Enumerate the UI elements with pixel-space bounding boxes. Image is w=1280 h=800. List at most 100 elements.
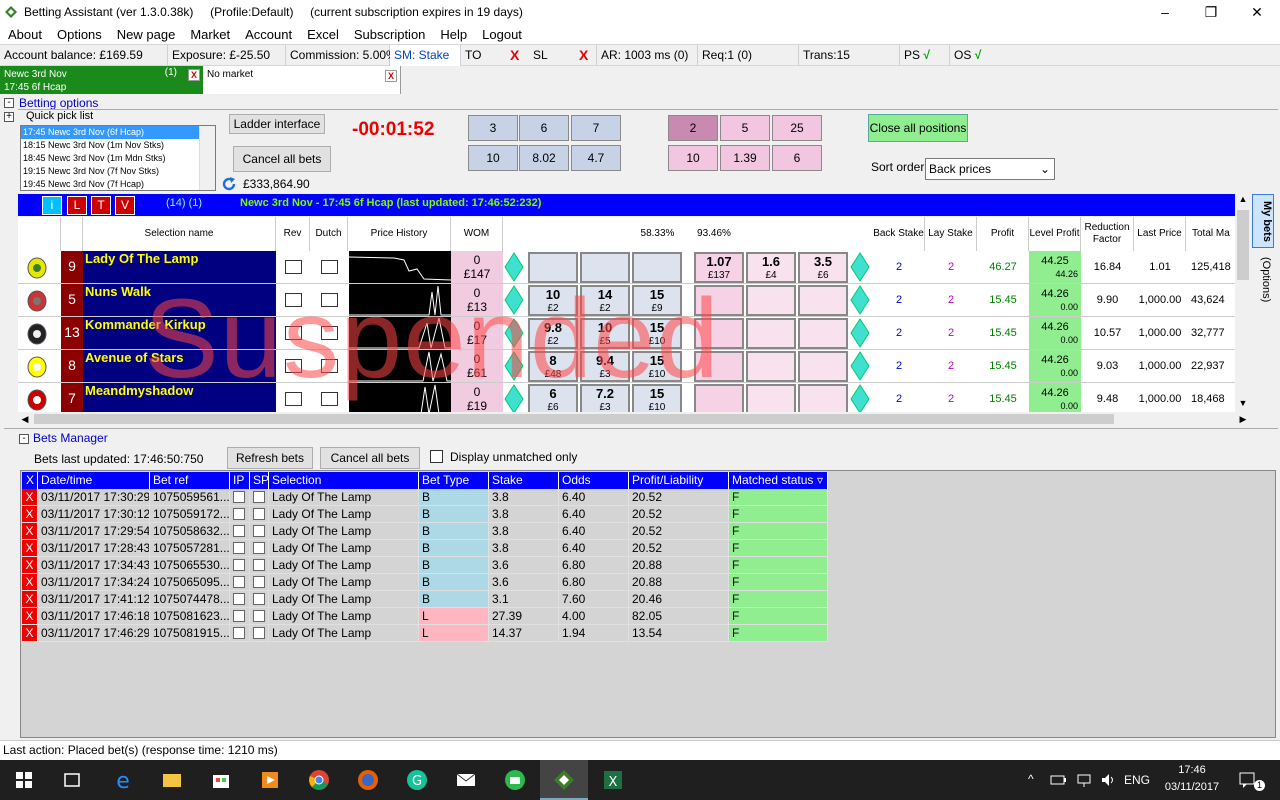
col-header-lay-stake[interactable]: Lay Stake	[925, 217, 977, 251]
back-stake-value[interactable]: 2	[873, 251, 925, 283]
ip-checkbox[interactable]	[233, 525, 245, 537]
back-stake-value[interactable]: 2	[873, 284, 925, 316]
scroll-left-icon[interactable]: ◀	[18, 412, 32, 426]
bets-col-matched-status[interactable]: Matched status ▿	[729, 472, 828, 489]
app-icon[interactable]	[500, 765, 530, 795]
sp-checkbox[interactable]	[253, 542, 265, 554]
lay-price-cell[interactable]	[746, 318, 796, 349]
stop-loss-toggle[interactable]: SL X	[529, 45, 597, 66]
dutch-checkbox[interactable]	[321, 392, 338, 406]
table-row[interactable]: X 03/11/2017 17:46:18 1075081623... Lady Of…	[22, 608, 828, 625]
options-tab[interactable]: (Options)	[1254, 250, 1272, 310]
bets-col-odds[interactable]: Odds	[559, 472, 629, 489]
lay-price-cell[interactable]	[798, 318, 848, 349]
tray-caret-icon[interactable]: ^	[1028, 772, 1034, 786]
back-price-cell[interactable]: 14 £2	[580, 285, 630, 316]
back-stake-button[interactable]: 10	[468, 145, 518, 171]
back-all-diamond-icon[interactable]	[504, 285, 524, 315]
media-player-icon[interactable]	[255, 765, 285, 795]
lay-all-diamond-icon[interactable]	[850, 384, 870, 412]
mail-icon[interactable]	[451, 765, 481, 795]
lay-price-cell[interactable]: 3.5 £6	[798, 252, 848, 283]
menu-market[interactable]: Market	[182, 27, 237, 42]
sp-checkbox[interactable]	[253, 576, 265, 588]
sp-checkbox[interactable]	[253, 593, 265, 605]
my-bets-tab[interactable]: My bets	[1252, 194, 1274, 248]
bets-col-selection[interactable]: Selection	[269, 472, 419, 489]
close-button[interactable]: ✕	[1234, 4, 1280, 21]
lay-stake-button[interactable]: 2	[668, 115, 718, 141]
lay-stake-value[interactable]: 2	[925, 284, 977, 316]
market-tab-newc[interactable]: Newc 3rd Nov 17:45 6f Hcap (1) X	[0, 66, 203, 94]
col-header-wom[interactable]: WOM	[451, 217, 503, 251]
lay-price-cell[interactable]: 1.6 £4	[746, 252, 796, 283]
unmatched-only-checkbox[interactable]	[430, 450, 443, 463]
lay-price-cell[interactable]	[694, 384, 744, 412]
lay-all-diamond-icon[interactable]	[850, 351, 870, 381]
col-header-back-stake[interactable]: Back Stake	[873, 217, 925, 251]
ip-checkbox[interactable]	[233, 610, 245, 622]
minimize-button[interactable]: –	[1142, 4, 1188, 21]
sp-checkbox[interactable]	[253, 559, 265, 571]
grid-horizontal-scrollbar[interactable]: ◀ ▶	[18, 412, 1250, 426]
cancel-bet-icon[interactable]: X	[22, 489, 38, 506]
lay-price-cell[interactable]	[694, 351, 744, 382]
t-button[interactable]: T	[91, 196, 111, 215]
col-header-selection[interactable]: Selection name	[83, 217, 276, 251]
refresh-icon[interactable]	[221, 176, 237, 192]
selection-name[interactable]: Meandmyshadow	[83, 383, 276, 412]
lay-price-cell[interactable]	[746, 351, 796, 382]
table-row[interactable]: X 03/11/2017 17:28:43 1075057281... Lady Of…	[22, 540, 828, 557]
dutch-checkbox[interactable]	[321, 326, 338, 340]
expand-icon[interactable]: +	[4, 112, 14, 122]
sp-checkbox[interactable]	[253, 508, 265, 520]
stake-mode[interactable]: SM: Stake	[390, 45, 461, 66]
battery-icon[interactable]	[1050, 773, 1066, 787]
lay-price-cell[interactable]	[798, 351, 848, 382]
lay-stake-button[interactable]: 1.39	[720, 145, 770, 171]
back-all-diamond-icon[interactable]	[504, 252, 524, 282]
taskbar-active-app[interactable]	[540, 760, 588, 800]
dutch-checkbox[interactable]	[321, 260, 338, 274]
firefox-icon[interactable]	[353, 765, 383, 795]
lay-stake-value[interactable]: 2	[925, 350, 977, 382]
market-tab-empty[interactable]: No market X	[203, 66, 401, 94]
back-price-cell[interactable]	[528, 252, 578, 283]
col-header-price-history[interactable]: Price History	[348, 217, 451, 251]
maximize-button[interactable]: ❐	[1188, 4, 1234, 21]
menu-account[interactable]: Account	[237, 27, 299, 42]
tab-close-icon[interactable]: X	[188, 69, 200, 81]
selection-name[interactable]: Lady Of The Lamp	[83, 251, 276, 283]
excel-icon[interactable]: X	[598, 765, 628, 795]
back-stake-button[interactable]: 4.7	[571, 145, 621, 171]
back-price-cell[interactable]: 10 £2	[528, 285, 578, 316]
menu-options[interactable]: Options	[49, 27, 109, 42]
ip-checkbox[interactable]	[233, 542, 245, 554]
lay-all-diamond-icon[interactable]	[850, 285, 870, 315]
lay-price-cell[interactable]	[746, 384, 796, 412]
store-icon[interactable]	[206, 765, 236, 795]
language-indicator[interactable]: ENG	[1124, 773, 1150, 787]
take-out-toggle[interactable]: TO X	[461, 45, 529, 66]
sp-checkbox[interactable]	[253, 610, 265, 622]
col-header-dutch[interactable]: Dutch	[310, 217, 348, 251]
table-row[interactable]: X 03/11/2017 17:46:29 1075081915... Lady Of…	[22, 625, 828, 642]
ip-checkbox[interactable]	[233, 491, 245, 503]
bets-col-datetime[interactable]: Date/time	[38, 472, 150, 489]
list-item[interactable]: 17:45 Newc 3rd Nov (6f Hcap)	[21, 126, 215, 139]
selection-name[interactable]: Avenue of Stars	[83, 350, 276, 382]
cancel-bet-icon[interactable]: X	[22, 574, 38, 591]
col-header-level-profit[interactable]: Level Profit	[1029, 217, 1081, 251]
col-header-reduction[interactable]: Reduction Factor	[1081, 217, 1134, 251]
lay-price-cell[interactable]	[798, 285, 848, 316]
lay-stake-button[interactable]: 10	[668, 145, 718, 171]
sort-order-select[interactable]: Back prices ⌄	[925, 158, 1055, 180]
ip-checkbox[interactable]	[233, 559, 245, 571]
scroll-up-icon[interactable]: ▲	[1236, 194, 1250, 208]
back-price-cell[interactable]: 6 £6	[528, 384, 578, 412]
grammarly-icon[interactable]: G	[402, 765, 432, 795]
cancel-bet-icon[interactable]: X	[22, 540, 38, 557]
sp-checkbox[interactable]	[253, 491, 265, 503]
info-button[interactable]: i	[42, 196, 62, 215]
back-stake-value[interactable]: 2	[873, 383, 925, 412]
